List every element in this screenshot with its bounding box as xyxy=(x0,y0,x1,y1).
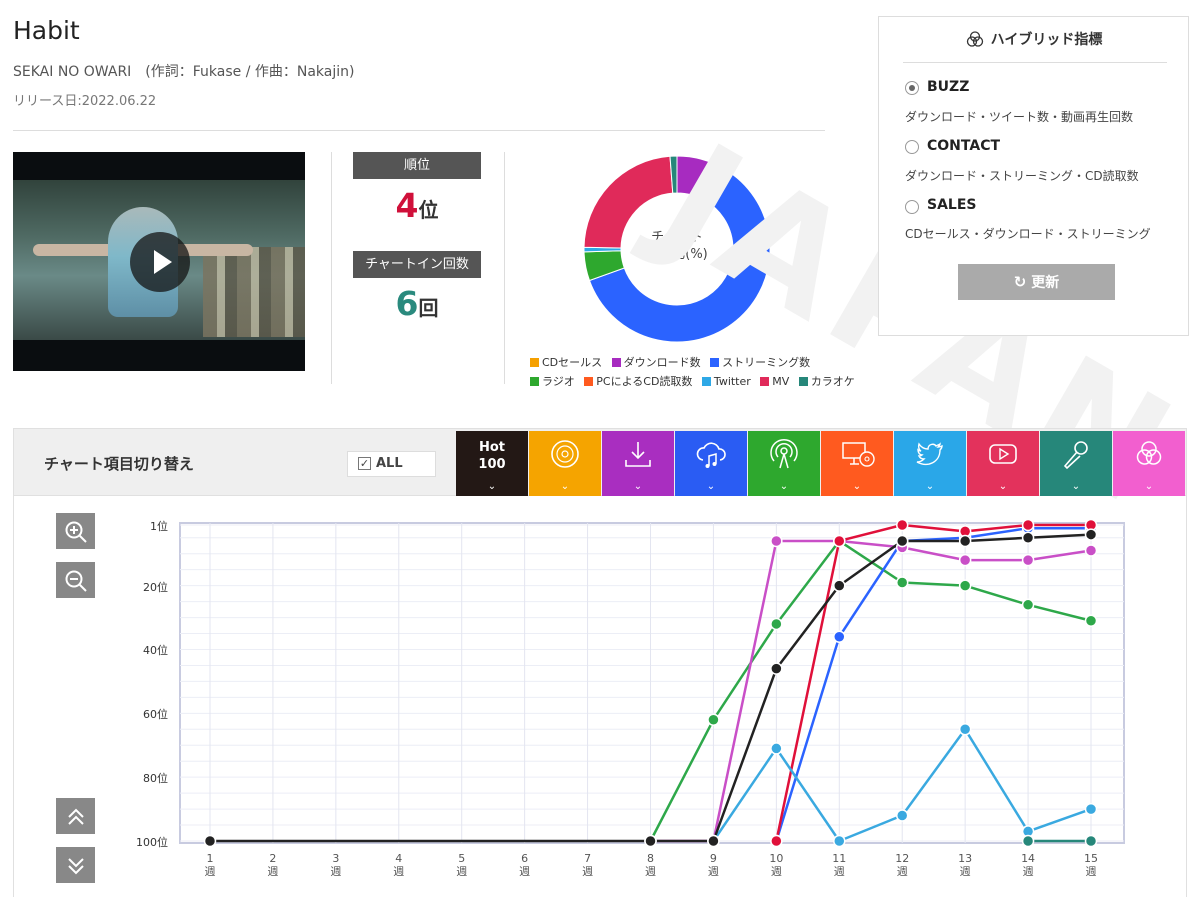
data-point-mv[interactable] xyxy=(1021,518,1035,532)
data-point-hot100[interactable] xyxy=(958,534,972,548)
data-point-radio[interactable] xyxy=(707,713,720,726)
plot-frame xyxy=(179,522,1125,844)
data-point-twitter[interactable] xyxy=(958,723,972,736)
data-point-twitter[interactable] xyxy=(1084,802,1098,816)
data-point-radio[interactable] xyxy=(1084,614,1098,628)
data-point-twitter[interactable] xyxy=(833,834,846,848)
data-point-hot100[interactable] xyxy=(1084,528,1098,541)
data-point-hot100[interactable] xyxy=(833,579,846,592)
data-point-twitter[interactable] xyxy=(770,742,783,755)
data-point-hot100[interactable] xyxy=(895,534,909,548)
data-point-mv[interactable] xyxy=(833,534,846,548)
data-point-download[interactable] xyxy=(958,553,972,567)
data-point-download[interactable] xyxy=(770,534,783,548)
rank-line-chart xyxy=(179,518,1125,848)
data-point-hot100[interactable] xyxy=(203,834,217,848)
data-point-radio[interactable] xyxy=(1021,598,1035,612)
data-point-karaoke[interactable] xyxy=(1021,834,1035,848)
data-point-download[interactable] xyxy=(1084,544,1098,557)
data-point-hot100[interactable] xyxy=(707,834,720,848)
data-point-hot100[interactable] xyxy=(644,834,657,848)
data-point-radio[interactable] xyxy=(958,579,972,592)
data-point-mv[interactable] xyxy=(895,518,909,532)
data-point-twitter[interactable] xyxy=(895,809,909,822)
data-point-radio[interactable] xyxy=(770,617,783,631)
data-point-mv[interactable] xyxy=(770,834,783,848)
data-point-radio[interactable] xyxy=(895,576,909,589)
data-point-hot100[interactable] xyxy=(770,662,783,675)
data-point-karaoke[interactable] xyxy=(1084,834,1098,848)
data-point-streaming[interactable] xyxy=(833,630,846,643)
data-point-hot100[interactable] xyxy=(1021,531,1035,545)
data-point-download[interactable] xyxy=(1021,553,1035,567)
